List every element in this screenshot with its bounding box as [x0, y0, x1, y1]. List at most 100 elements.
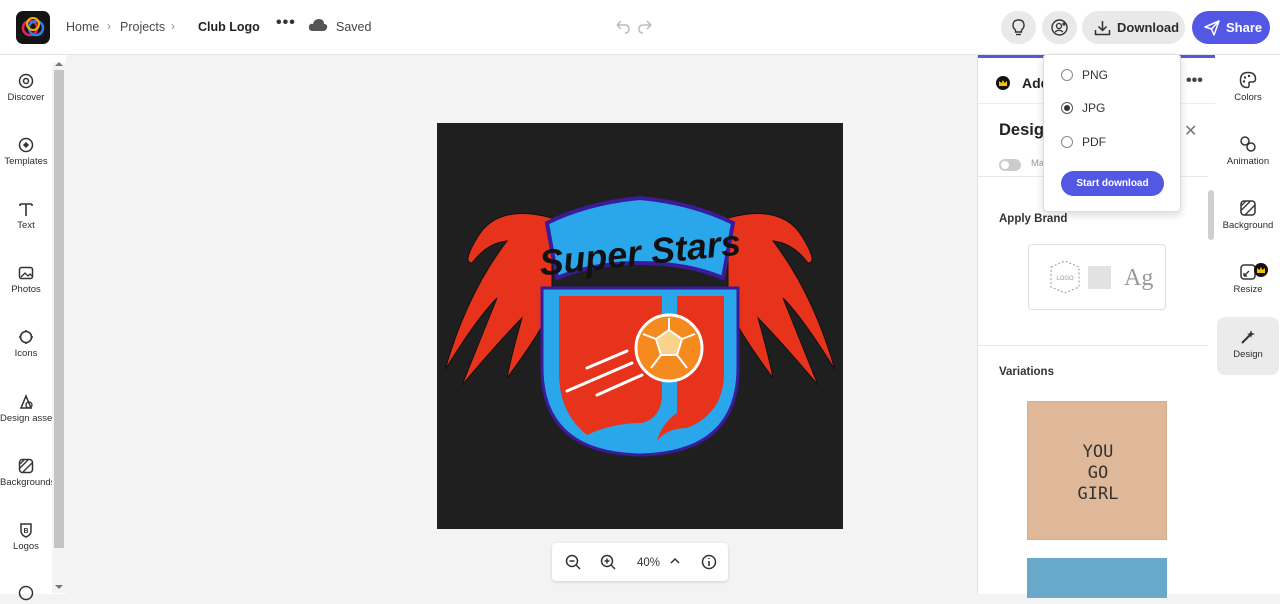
chevron-up-icon[interactable]: [670, 557, 680, 565]
invite-button[interactable]: [1042, 11, 1077, 44]
sidebar-label: Text: [17, 220, 35, 231]
brand-kit-preview: LOGO Ag: [1050, 260, 1153, 294]
toggle-switch[interactable]: [999, 159, 1021, 171]
scroll-up-icon[interactable]: [54, 60, 64, 67]
text-icon: [19, 203, 33, 216]
breadcrumb-projects[interactable]: Projects: [120, 20, 165, 34]
breadcrumb-separator-icon: ›: [107, 19, 111, 33]
sidebar-item-discover[interactable]: Discover: [0, 73, 52, 103]
download-button[interactable]: Download: [1082, 11, 1185, 44]
sidebar-label: Photos: [11, 284, 41, 295]
breadcrumb-home[interactable]: Home: [66, 20, 99, 34]
brand-logo-text: LOGO: [1056, 276, 1074, 282]
zoom-out-icon[interactable]: [565, 554, 581, 570]
lightbulb-icon: [1012, 19, 1025, 36]
sidebar-label: Colors: [1234, 92, 1262, 103]
top-bar: Home › Projects › Club Logo ••• Saved Do…: [0, 0, 1280, 55]
logos-icon: B: [20, 523, 32, 538]
zoom-in-icon[interactable]: [600, 554, 616, 570]
sidebar-item-text[interactable]: Text: [0, 201, 52, 231]
panel-more-button[interactable]: •••: [1186, 72, 1203, 90]
color-swatch: [1088, 266, 1111, 289]
templates-icon: [18, 137, 34, 153]
backgrounds-icon: [18, 458, 34, 474]
variation-line: GO: [1087, 463, 1109, 483]
panel-scrollbar[interactable]: [1208, 190, 1214, 240]
right-wing: [727, 213, 836, 386]
sidebar-item-icons[interactable]: Icons: [0, 329, 52, 359]
sidebar-item-design-assets[interactable]: Design assets: [0, 394, 52, 424]
sidebar-item-logos[interactable]: B Logos: [0, 522, 52, 552]
left-wing: [444, 213, 553, 386]
app-logo[interactable]: [16, 11, 50, 44]
download-menu: PNG JPG PDF Start download: [1043, 54, 1181, 212]
format-label: PDF: [1082, 135, 1106, 149]
discover-icon: [18, 73, 34, 89]
variation-thumbnail[interactable]: [1027, 558, 1167, 598]
download-icon: [1094, 21, 1111, 36]
radio-button-selected[interactable]: [1061, 102, 1073, 114]
sidebar-item-resize[interactable]: Resize: [1217, 263, 1279, 295]
sidebar-item-design[interactable]: Design: [1217, 317, 1279, 375]
sidebar-label: Discover: [7, 92, 45, 103]
close-icon[interactable]: ✕: [1184, 121, 1197, 141]
more-options-button[interactable]: •••: [276, 14, 296, 32]
sidebar-label: Resize: [1233, 284, 1263, 295]
sidebar-label: Logos: [13, 541, 39, 552]
cloud-icon: [308, 19, 328, 31]
zoom-level[interactable]: 40%: [637, 557, 660, 569]
variations-heading: Variations: [999, 366, 1054, 378]
sidebar-label: Templates: [4, 156, 48, 167]
variation-text: YOU GO GIRL: [1028, 442, 1168, 505]
variation-line: GIRL: [1077, 484, 1119, 504]
sidebar-item-more[interactable]: [0, 585, 52, 604]
radio-button[interactable]: [1061, 136, 1073, 148]
more-icon: [18, 585, 34, 601]
info-icon[interactable]: [701, 554, 717, 570]
animation-icon: [1240, 136, 1256, 152]
lightbulb-button[interactable]: [1001, 11, 1036, 44]
download-label: Download: [1117, 20, 1180, 35]
sidebar-item-colors[interactable]: Colors: [1217, 71, 1279, 103]
share-button[interactable]: Share: [1192, 11, 1270, 44]
adobe-express-icon: [21, 17, 45, 37]
icons-icon: [19, 330, 33, 344]
sidebar-item-background[interactable]: Background: [1217, 199, 1279, 231]
sidebar-label: Design assets: [0, 413, 52, 424]
scroll-down-icon[interactable]: [54, 584, 64, 591]
breadcrumb-current-project[interactable]: Club Logo: [198, 20, 260, 34]
magic-wand-icon: [1241, 330, 1255, 344]
zoom-toolbar: 40%: [552, 543, 728, 581]
sidebar-item-templates[interactable]: Templates: [0, 137, 52, 167]
premium-crown-icon: [1254, 263, 1268, 277]
premium-crown-icon: [996, 76, 1010, 90]
club-logo-artwork[interactable]: Super Stars: [437, 123, 843, 529]
start-download-button[interactable]: Start download: [1061, 171, 1164, 196]
sidebar-label: Backgrounds: [0, 477, 52, 488]
undo-redo-icons[interactable]: [614, 19, 654, 35]
sidebar-label: Icons: [14, 348, 38, 359]
background-icon: [1240, 200, 1256, 216]
design-assets-icon: [19, 394, 33, 409]
add-user-icon: [1051, 19, 1068, 36]
sidebar-item-backgrounds[interactable]: Backgrounds: [0, 458, 52, 488]
sidebar-scrollbar-thumb[interactable]: [54, 70, 64, 548]
format-label: PNG: [1082, 68, 1109, 82]
share-label: Share: [1226, 20, 1263, 35]
sidebar-label: Animation: [1226, 156, 1270, 167]
soccer-ball-icon: [634, 313, 704, 383]
sidebar-label: Design: [1233, 349, 1263, 360]
radio-button[interactable]: [1061, 69, 1073, 81]
sidebar-item-photos[interactable]: Photos: [0, 265, 52, 295]
design-canvas[interactable]: Super Stars: [437, 123, 843, 529]
sidebar-item-animation[interactable]: Animation: [1217, 135, 1279, 167]
palette-icon: [1239, 71, 1257, 89]
sidebar-label: Background: [1222, 220, 1274, 231]
photos-icon: [18, 266, 34, 280]
right-sidebar: Colors Animation Background Resize Desig…: [1215, 55, 1280, 594]
svg-text:B: B: [23, 528, 28, 535]
brand-kit-card[interactable]: LOGO Ag: [1028, 244, 1166, 310]
save-status: Saved: [336, 20, 372, 34]
variation-thumbnail[interactable]: YOU GO GIRL: [1027, 401, 1167, 540]
variation-line: YOU: [1082, 442, 1114, 462]
